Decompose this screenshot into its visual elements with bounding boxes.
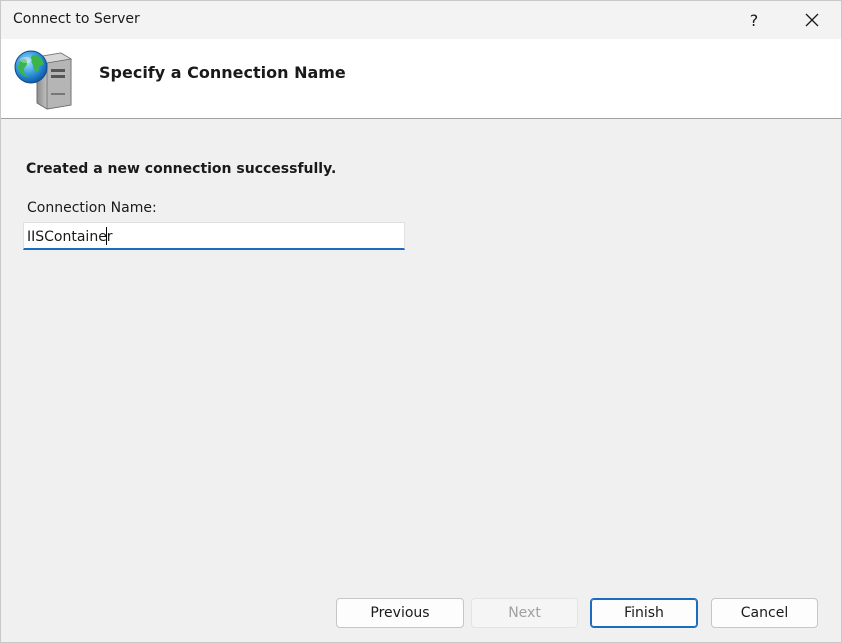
text-caret bbox=[106, 227, 107, 245]
close-icon bbox=[805, 13, 819, 27]
page-title: Specify a Connection Name bbox=[99, 63, 346, 82]
close-button[interactable] bbox=[789, 1, 835, 39]
title-bar: Connect to Server ? bbox=[1, 1, 841, 39]
finish-button[interactable]: Finish bbox=[590, 598, 698, 628]
wizard-header: Specify a Connection Name bbox=[1, 39, 841, 119]
connection-name-input[interactable] bbox=[23, 222, 405, 250]
previous-button[interactable]: Previous bbox=[336, 598, 464, 628]
help-button[interactable]: ? bbox=[731, 1, 777, 39]
success-message: Created a new connection successfully. bbox=[26, 161, 337, 177]
window-title: Connect to Server bbox=[13, 11, 140, 27]
dialog-window: Connect to Server ? Specify a Connection… bbox=[0, 0, 842, 643]
next-button: Next bbox=[471, 598, 578, 628]
server-globe-icon bbox=[14, 50, 73, 110]
cancel-button[interactable]: Cancel bbox=[711, 598, 818, 628]
wizard-content: Created a new connection successfully. C… bbox=[1, 120, 841, 642]
connection-name-label: Connection Name: bbox=[27, 200, 157, 216]
